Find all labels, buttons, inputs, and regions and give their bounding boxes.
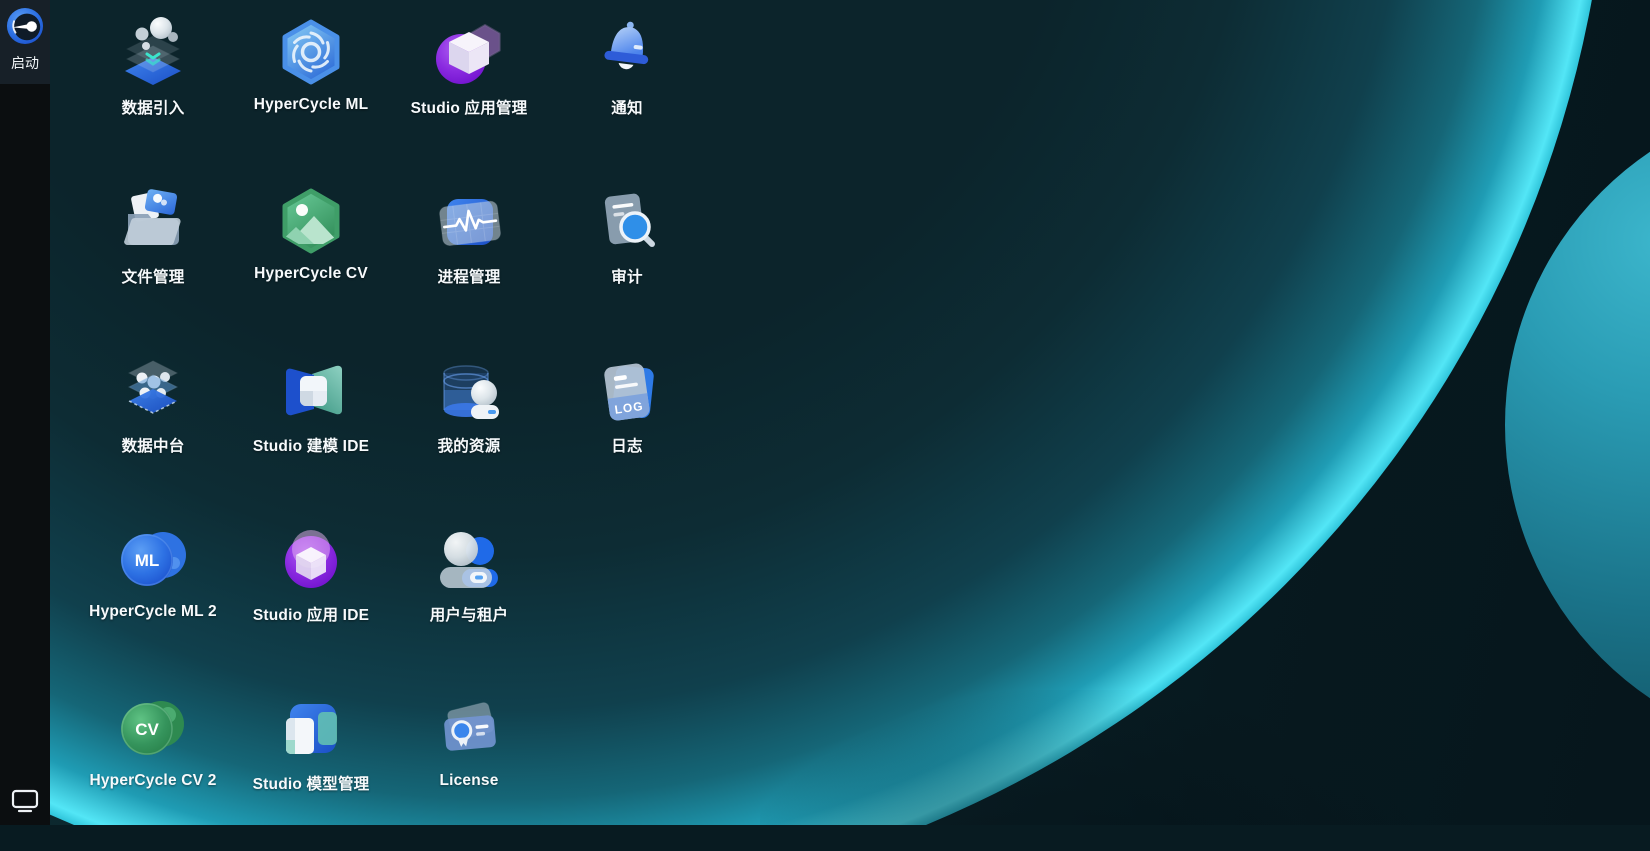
hypercycle-ml-2-icon: ML [116, 522, 190, 596]
license-certificate-icon [432, 691, 506, 765]
process-monitor-icon [432, 184, 506, 258]
app-license[interactable]: License [390, 682, 548, 851]
launcher-logo-icon [6, 7, 44, 50]
app-label: 用户与租户 [430, 603, 509, 625]
app-process-management[interactable]: 进程管理 [390, 175, 548, 344]
app-studio-model-management[interactable]: Studio 模型管理 [232, 682, 390, 851]
display-monitor-icon [11, 788, 39, 819]
app-data-platform[interactable]: 数据中台 [74, 344, 232, 513]
display-settings-button[interactable] [0, 788, 50, 819]
app-label: Studio 模型管理 [253, 772, 370, 794]
app-label: 日志 [611, 434, 642, 456]
data-ingestion-icon [116, 15, 190, 89]
app-label: HyperCycle ML 2 [89, 603, 217, 621]
app-label: Studio 建模 IDE [253, 434, 369, 456]
my-resources-database-icon [432, 353, 506, 427]
sidebar-item-launch[interactable]: 启动 [0, 0, 50, 84]
audit-magnifier-icon [590, 184, 664, 258]
app-users-tenants[interactable]: 用户与租户 [390, 513, 548, 682]
app-grid: 数据引入 HyperCycle ML [74, 6, 706, 851]
app-logs[interactable]: LOG 日志 [548, 344, 706, 513]
app-label: 文件管理 [122, 265, 185, 287]
app-label: 进程管理 [438, 265, 501, 287]
hypercycle-cv-2-icon: CV [116, 691, 190, 765]
app-file-management[interactable]: 文件管理 [74, 175, 232, 344]
app-hypercycle-cv[interactable]: HyperCycle CV [232, 175, 390, 344]
notification-bell-icon [590, 15, 664, 89]
studio-modeling-ide-icon [274, 353, 348, 427]
hypercycle-ml-icon [274, 15, 348, 89]
studio-app-ide-icon [274, 522, 348, 596]
app-hypercycle-ml[interactable]: HyperCycle ML [232, 6, 390, 175]
app-label: Studio 应用 IDE [253, 603, 369, 625]
app-hypercycle-cv-2[interactable]: CV HyperCycle CV 2 [74, 682, 232, 851]
app-label: 审计 [611, 265, 642, 287]
app-label: License [439, 772, 498, 790]
hypercycle-cv-icon [274, 184, 348, 258]
app-label: 数据引入 [122, 96, 185, 118]
app-label: HyperCycle CV 2 [89, 772, 216, 790]
app-notifications[interactable]: 通知 [548, 6, 706, 175]
studio-model-management-icon [274, 691, 348, 765]
app-audit[interactable]: 审计 [548, 175, 706, 344]
app-studio-modeling-ide[interactable]: Studio 建模 IDE [232, 344, 390, 513]
app-label: HyperCycle ML [254, 96, 369, 114]
ml-text: ML [135, 551, 160, 570]
launch-label: 启动 [11, 55, 39, 71]
app-studio-app-ide[interactable]: Studio 应用 IDE [232, 513, 390, 682]
wallpaper-rim-fade [760, 690, 1480, 825]
app-label: 数据中台 [122, 434, 185, 456]
app-my-resources[interactable]: 我的资源 [390, 344, 548, 513]
cv-text: CV [135, 720, 159, 739]
log-document-icon: LOG [590, 353, 664, 427]
app-label: 我的资源 [438, 434, 501, 456]
studio-app-management-icon [432, 15, 506, 89]
app-studio-app-management[interactable]: Studio 应用管理 [390, 6, 548, 175]
app-data-ingestion[interactable]: 数据引入 [74, 6, 232, 175]
sidebar: 启动 [0, 0, 50, 825]
app-label: Studio 应用管理 [411, 96, 528, 118]
data-platform-layers-icon [116, 353, 190, 427]
app-label: HyperCycle CV [254, 265, 368, 283]
file-manager-folder-icon [116, 184, 190, 258]
app-hypercycle-ml-2[interactable]: ML HyperCycle ML 2 [74, 513, 232, 682]
users-tenants-icon [432, 522, 506, 596]
app-label: 通知 [611, 96, 642, 118]
